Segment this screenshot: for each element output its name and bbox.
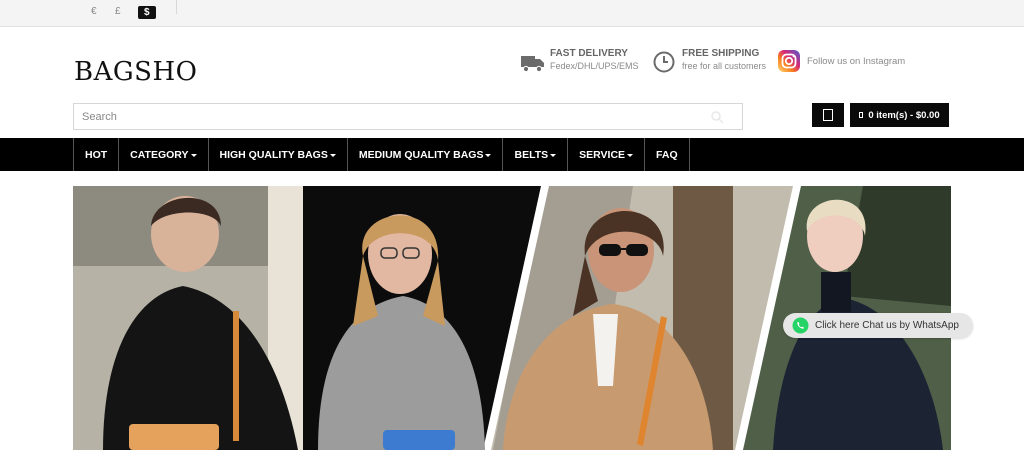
nav-label: CATEGORY bbox=[130, 148, 189, 161]
nav-label: SERVICE bbox=[579, 148, 626, 161]
feature-title: FAST DELIVERY bbox=[550, 48, 628, 59]
nav-label: BELTS bbox=[514, 148, 549, 161]
feature-free-shipping: FREE SHIPPING free for all customers bbox=[652, 48, 766, 75]
truck-icon bbox=[521, 56, 544, 73]
whatsapp-chat-button[interactable]: Click here Chat us by WhatsApp bbox=[783, 313, 973, 338]
nav-label: FAQ bbox=[656, 148, 678, 161]
currency-pound[interactable]: £ bbox=[115, 6, 121, 17]
account-button[interactable] bbox=[812, 103, 844, 127]
caret-down-icon bbox=[329, 154, 336, 157]
nav-item-hot[interactable]: HOT bbox=[74, 138, 120, 171]
nav-item-service[interactable]: SERVICE bbox=[568, 138, 646, 171]
caret-down-icon bbox=[485, 154, 492, 157]
site-logo[interactable]: BAGSHO bbox=[74, 57, 197, 87]
caret-down-icon bbox=[627, 154, 634, 157]
nav-item-belts[interactable]: BELTS bbox=[503, 138, 569, 171]
caret-down-icon bbox=[550, 154, 557, 157]
clock-icon bbox=[653, 51, 675, 73]
feature-fast-delivery: FAST DELIVERY Fedex/DHL/UPS/EMS bbox=[520, 48, 639, 75]
currency-euro[interactable]: € bbox=[91, 6, 97, 17]
nav-item-faq[interactable]: FAQ bbox=[645, 138, 690, 171]
search-box bbox=[73, 103, 743, 130]
main-nav: HOT CATEGORY HIGH QUALITY BAGS MEDIUM QU… bbox=[0, 138, 1024, 171]
nav-label: MEDIUM QUALITY BAGS bbox=[358, 148, 484, 161]
feature-subtitle: Fedex/DHL/UPS/EMS bbox=[550, 61, 639, 71]
instagram-icon[interactable] bbox=[777, 49, 803, 75]
instagram-text[interactable]: Follow us on Instagram bbox=[807, 56, 905, 67]
search-input[interactable] bbox=[74, 104, 674, 129]
user-icon bbox=[823, 109, 833, 121]
cart-label: 0 item(s) - $0.00 bbox=[868, 109, 940, 121]
caret-down-icon bbox=[190, 154, 197, 157]
currency-dollar[interactable]: $ bbox=[138, 6, 156, 19]
nav-label: HOT bbox=[85, 148, 108, 161]
nav-label: HIGH QUALITY BAGS bbox=[219, 148, 328, 161]
nav-item-category[interactable]: CATEGORY bbox=[119, 138, 209, 171]
nav-item-high-quality-bags[interactable]: HIGH QUALITY BAGS bbox=[209, 138, 348, 171]
nav-item-medium-quality-bags[interactable]: MEDIUM QUALITY BAGS bbox=[348, 138, 504, 171]
cart-button[interactable]: 0 item(s) - $0.00 bbox=[850, 103, 949, 127]
cart-icon bbox=[859, 112, 864, 118]
feature-title: FREE SHIPPING bbox=[682, 48, 760, 59]
search-icon[interactable] bbox=[710, 110, 724, 124]
whatsapp-icon bbox=[792, 317, 809, 334]
feature-subtitle: free for all customers bbox=[682, 61, 767, 71]
currency-bar: € £ $ bbox=[0, 0, 1024, 27]
instagram-link[interactable]: Follow us on Instagram bbox=[777, 48, 905, 75]
whatsapp-label: Click here Chat us by WhatsApp bbox=[815, 320, 959, 331]
topbar-divider bbox=[176, 0, 177, 14]
